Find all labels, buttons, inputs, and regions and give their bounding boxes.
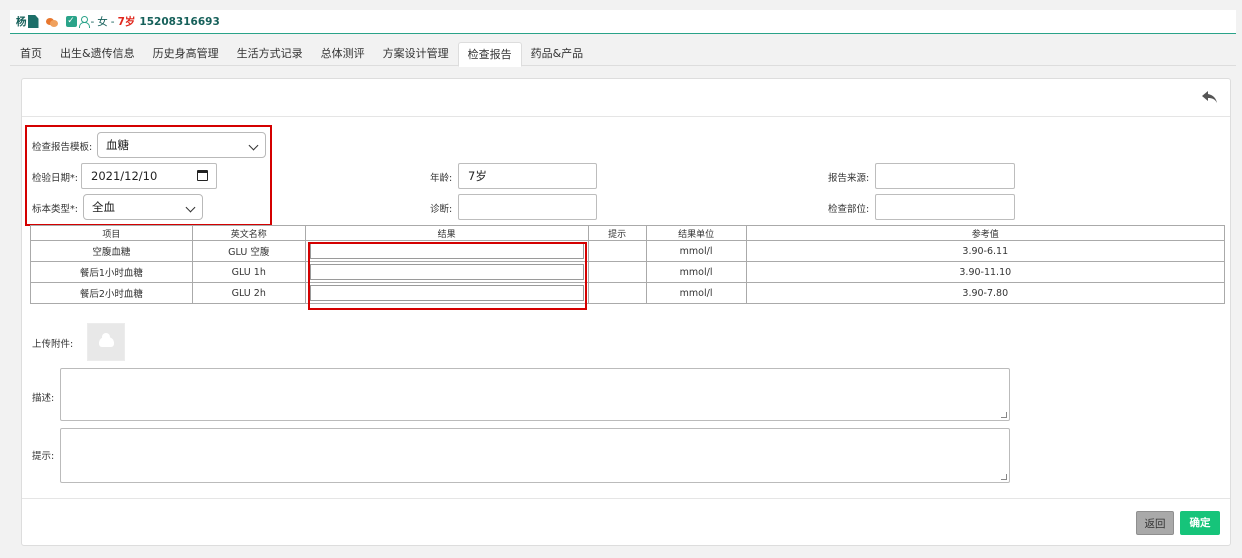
description-textarea[interactable] [60,368,1010,421]
tab-exam-report[interactable]: 检查报告 [457,42,522,67]
confirm-button[interactable]: 确定 [1180,511,1220,535]
upload-label: 上传附件: [32,339,74,350]
date-value: 2021/12/10 [91,169,158,183]
calendar-icon[interactable] [197,170,208,181]
tab-height-history[interactable]: 历史身高管理 [144,42,228,66]
cell-item: 空腹血糖 [30,240,193,262]
cell-english: GLU 1h [191,261,306,283]
cell-hint [587,261,647,283]
table-row: 餐后2小时血糖 GLU 2h mmol/l 3.90-7.80 [30,282,1226,304]
template-value: 血糖 [106,138,129,152]
tab-lifestyle[interactable]: 生活方式记录 [228,42,312,66]
tab-drugs-products[interactable]: 药品&产品 [522,42,593,66]
cell-item: 餐后1小时血糖 [30,261,193,283]
patient-phone: 15208316693 [139,15,220,28]
col-header-reference: 参考值 [745,225,1226,241]
cell-english: GLU 空腹 [191,240,306,262]
col-header-result: 结果 [304,225,589,241]
patient-bar: 杨 ✓ - 女 - 7岁 15208316693 [10,10,1236,34]
results-table: 项目 英文名称 结果 提示 结果单位 参考值 空腹血糖 GLU 空腹 mmol/… [30,225,1226,304]
col-header-unit: 结果单位 [645,225,747,241]
highlight-box-results [308,242,587,310]
part-input[interactable] [875,194,1015,220]
person-icon [78,16,90,28]
col-header-item: 项目 [30,225,193,241]
tab-home[interactable]: 首页 [10,42,51,66]
template-select[interactable]: 血糖 [97,132,266,158]
date-input[interactable]: 2021/12/10 [81,163,217,189]
resize-grip-icon[interactable] [1001,412,1007,418]
panel-header [22,79,1230,117]
app-root: 杨 ✓ - 女 - 7岁 15208316693 首页 出生&遗传信息 历史身高… [0,0,1242,558]
chevron-down-icon [185,202,196,213]
source-label: 报告来源: [828,173,870,184]
cell-reference: 3.90-11.10 [745,261,1226,283]
diagnosis-input[interactable] [458,194,597,220]
patient-age: 7岁 [117,16,136,28]
patient-name: 杨 [16,16,27,28]
age-value: 7岁 [468,169,487,183]
table-row: 餐后1小时血糖 GLU 1h mmol/l 3.90-11.10 [30,261,1226,283]
table-header-row: 项目 英文名称 结果 提示 结果单位 参考值 [30,225,1226,241]
sample-value: 全血 [92,200,115,214]
patient-gender: 女 [97,16,108,28]
source-input[interactable] [875,163,1015,189]
tab-birth-genetics[interactable]: 出生&遗传信息 [51,42,144,66]
cloud-upload-icon [99,333,114,347]
chevron-down-icon [248,140,259,151]
tip-textarea[interactable] [60,428,1010,483]
chat-icon[interactable] [45,17,58,27]
table-row: 空腹血糖 GLU 空腹 mmol/l 3.90-6.11 [30,240,1226,262]
part-label: 检查部位: [828,204,870,215]
cell-unit: mmol/l [645,240,747,262]
footer-divider [22,498,1230,499]
cell-hint [587,282,647,304]
cell-reference: 3.90-6.11 [745,240,1226,262]
desc-label: 描述: [32,393,55,404]
separator: - [90,15,95,28]
document-icon[interactable] [27,15,39,28]
back-button[interactable]: 返回 [1136,511,1174,535]
reply-back-icon[interactable] [1202,90,1218,104]
cell-unit: mmol/l [645,261,747,283]
tab-overall-assessment[interactable]: 总体测评 [312,42,374,66]
age-input[interactable]: 7岁 [458,163,597,189]
upload-area[interactable] [87,323,125,361]
report-panel: 检查报告模板: 血糖 检验日期*: 2021/12/10 年龄: 7岁 报告来源… [21,78,1231,546]
tip-label: 提示: [32,451,55,462]
cell-item: 餐后2小时血糖 [30,282,193,304]
sample-select[interactable]: 全血 [83,194,203,220]
date-label: 检验日期*: [32,173,78,184]
tab-bar: 首页 出生&遗传信息 历史身高管理 生活方式记录 总体测评 方案设计管理 检查报… [10,42,1236,67]
diagnosis-label: 诊断: [430,204,453,215]
tab-plan-design[interactable]: 方案设计管理 [374,42,458,66]
separator: - [110,15,115,28]
sample-label: 标本类型*: [32,204,78,215]
cell-hint [587,240,647,262]
edit-check-icon[interactable]: ✓ [65,16,77,27]
resize-grip-icon[interactable] [1001,474,1007,480]
cell-reference: 3.90-7.80 [745,282,1226,304]
col-header-hint: 提示 [587,225,647,241]
col-header-english: 英文名称 [191,225,306,241]
template-label: 检查报告模板: [32,142,93,153]
cell-unit: mmol/l [645,282,747,304]
age-label: 年龄: [430,173,453,184]
cell-english: GLU 2h [191,282,306,304]
